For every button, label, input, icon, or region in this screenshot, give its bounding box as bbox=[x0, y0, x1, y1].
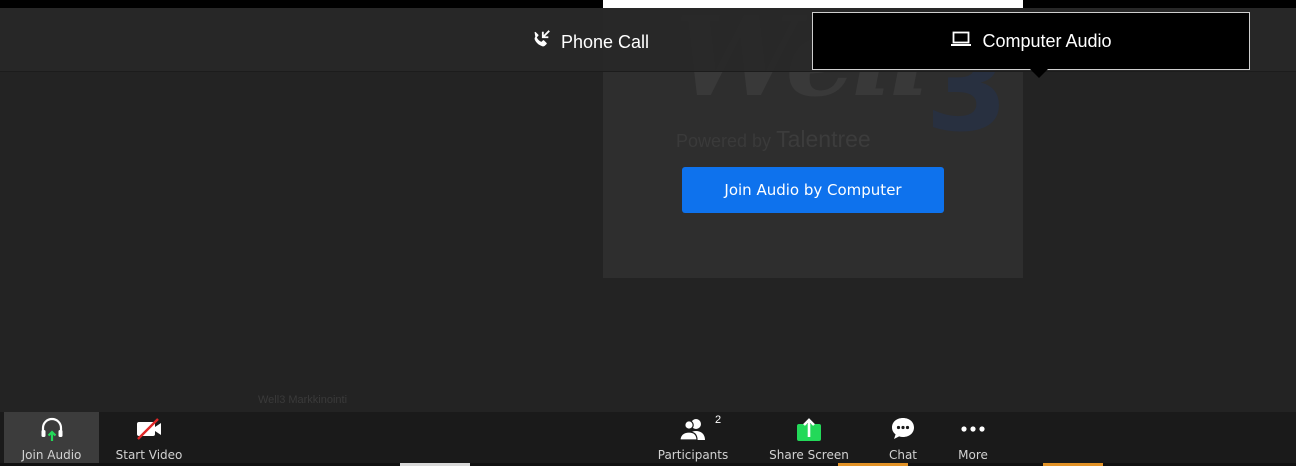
logo-powered-brand: Talentree bbox=[776, 126, 871, 152]
join-audio-by-computer-button[interactable]: Join Audio by Computer bbox=[682, 167, 944, 213]
participants-icon: 2 bbox=[678, 412, 721, 446]
share-screen-icon bbox=[794, 412, 824, 446]
more-label: More bbox=[958, 448, 988, 462]
more-button[interactable]: More bbox=[945, 412, 1001, 466]
tab-computer-audio-label: Computer Audio bbox=[982, 30, 1112, 51]
chat-icon bbox=[889, 412, 917, 446]
logo-powered-prefix: Powered by bbox=[676, 131, 772, 151]
share-screen-button[interactable]: Share Screen bbox=[764, 412, 854, 466]
chat-label: Chat bbox=[888, 448, 918, 462]
more-icon bbox=[959, 412, 987, 446]
video-off-icon bbox=[134, 412, 164, 446]
participant-count-badge: 2 bbox=[715, 414, 722, 426]
tab-phone-call-label: Phone Call bbox=[561, 31, 650, 52]
meeting-toolbar: Join Audio Start Video 2 Participants Sh… bbox=[0, 412, 1296, 466]
start-video-button[interactable]: Start Video bbox=[104, 412, 194, 466]
participants-label: Participants bbox=[657, 448, 729, 462]
selected-tab-pointer bbox=[1030, 69, 1048, 78]
join-audio-label: Join Audio bbox=[21, 448, 82, 462]
participant-name-label: Well3 Markkinointi bbox=[258, 394, 348, 406]
join-audio-button[interactable]: Join Audio bbox=[4, 412, 99, 466]
chat-button[interactable]: Chat bbox=[875, 412, 931, 466]
laptop-icon bbox=[950, 30, 972, 53]
tab-computer-audio[interactable]: Computer Audio bbox=[812, 12, 1250, 70]
start-video-label: Start Video bbox=[115, 448, 183, 462]
participants-button[interactable]: 2 Participants bbox=[650, 412, 736, 466]
headphones-icon bbox=[38, 412, 66, 446]
logo-powered-by: Powered by Talentree bbox=[676, 126, 871, 153]
share-screen-label: Share Screen bbox=[769, 448, 849, 462]
phone-icon bbox=[530, 29, 552, 56]
tab-phone-call[interactable]: Phone Call bbox=[530, 26, 649, 58]
